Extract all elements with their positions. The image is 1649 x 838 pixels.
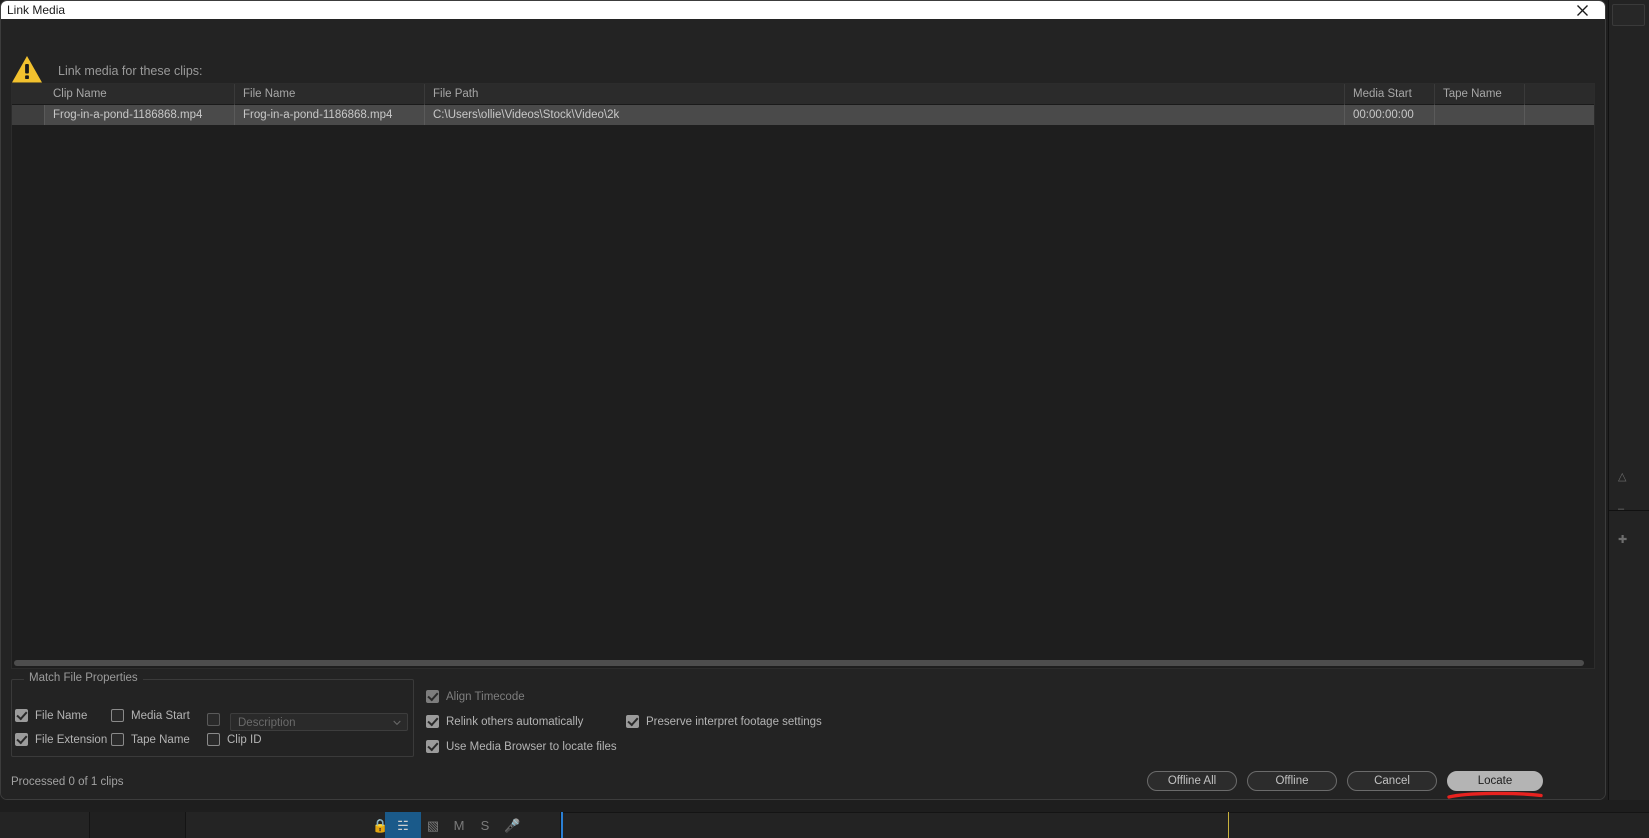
status-text: Processed 0 of 1 clips [11,776,124,788]
checkbox-media-start[interactable]: Media Start [111,709,190,722]
triangle-icon[interactable]: △ [1618,470,1626,483]
checkbox-label: Use Media Browser to locate files [446,740,617,753]
checkbox-label: Align Timecode [446,690,525,703]
warning-triangle-icon [11,55,43,84]
bg-panel-button[interactable] [1612,4,1645,26]
checkbox-box[interactable] [426,715,439,728]
checkbox-label: Clip ID [227,733,262,746]
checkbox-box[interactable] [111,709,124,722]
description-placeholder: Description [238,717,296,729]
plus-icon[interactable]: ✚ [1618,533,1627,546]
dialog-header: Link media for these clips: [1,19,1605,83]
lock-icon[interactable]: 🔒 [372,818,388,834]
table-row[interactable]: Frog-in-a-pond-1186868.mp4 Frog-in-a-pond… [12,105,1594,125]
checkbox-box[interactable] [207,733,220,746]
checkbox-box[interactable] [111,733,124,746]
horizontal-scrollbar-track[interactable] [12,658,1594,668]
group-legend: Match File Properties [24,672,143,684]
checkbox-clip-id[interactable]: Clip ID [207,733,262,746]
table-header-row: Clip Name File Name File Path Media Start Ta… [12,84,1594,105]
checkbox-label: Media Start [131,709,190,722]
locate-button[interactable]: Locate [1447,771,1543,791]
row-gutter [12,105,45,125]
solo-toggle[interactable]: S [478,818,492,833]
red-underline-annotation [1447,791,1543,799]
eye-icon[interactable]: ▧ [424,818,442,834]
checkbox-tape-name[interactable]: Tape Name [111,733,190,746]
cell-media_start: 00:00:00:00 [1345,105,1435,125]
cell-clip_name: Frog-in-a-pond-1186868.mp4 [45,105,235,125]
mic-icon[interactable]: 🎤 [504,818,520,834]
cancel-button[interactable]: Cancel [1347,771,1437,791]
checkbox-file-extension[interactable]: File Extension [15,733,107,746]
cell-file_path: C:\Users\ollie\Videos\Stock\Video\2k [425,105,1345,125]
dialog-message: Link media for these clips: [58,64,203,78]
dialog-title: Link Media [7,3,66,17]
checkbox-file-name[interactable]: File Name [15,709,87,722]
checkbox-box[interactable] [426,690,439,703]
cell-file_name: Frog-in-a-pond-1186868.mp4 [235,105,425,125]
horizontal-scrollbar-thumb[interactable] [14,660,1584,666]
dialog-body: Link media for these clips: Clip Name Fil… [1,19,1605,799]
offline-button[interactable]: Offline [1247,771,1337,791]
checkbox-label: Preserve interpret footage settings [646,715,822,728]
checkbox-description[interactable] [207,713,220,726]
checkbox-relink-others-automatically[interactable]: Relink others automatically [426,715,583,728]
checkbox-label: File Name [35,709,88,722]
checkbox-label: Tape Name [131,733,190,746]
close-icon[interactable] [1560,1,1605,19]
cell-tape_name [1435,105,1525,125]
offline-all-button[interactable]: Offline All [1147,771,1237,791]
checkbox-box[interactable] [426,740,439,753]
mute-toggle[interactable]: M [452,818,466,833]
bg-right-panel [1608,0,1649,800]
checkbox-align-timecode[interactable]: Align Timecode [426,690,525,703]
checkbox-preserve-interpret-footage-settings[interactable]: Preserve interpret footage settings [626,715,822,728]
checkbox-use-media-browser-to-locate-files[interactable]: Use Media Browser to locate files [426,740,617,753]
checkbox-box[interactable] [626,715,639,728]
dash-icon[interactable]: – [1618,503,1624,515]
column-header-file_name[interactable]: File Name [235,84,425,105]
column-header-tape_name[interactable]: Tape Name [1435,84,1525,105]
bg-track-header [90,812,186,838]
checkbox-label: Relink others automatically [446,715,584,728]
dialog-titlebar: Link Media [1,1,1605,19]
description-select[interactable]: Description [230,713,408,731]
checkbox-box[interactable] [15,733,28,746]
checkbox-box[interactable] [15,709,28,722]
column-header-media_start[interactable]: Media Start [1345,84,1435,105]
bg-divider [1608,510,1649,511]
column-header-clip_name[interactable]: Clip Name [45,84,235,105]
column-header-file_path[interactable]: File Path [425,84,1345,105]
checkbox-box[interactable] [207,713,220,726]
bg-track-header [0,812,90,838]
clip-table: Clip Name File Name File Path Media Start Ta… [11,83,1595,669]
link-media-dialog: Link Media Link media for these clips: C… [0,0,1606,800]
chevron-down-icon [393,720,401,726]
checkbox-label: File Extension [35,733,108,746]
bg-playhead[interactable] [561,812,563,838]
link-icon[interactable]: ☵ [392,818,414,834]
bg-marker-line [1228,812,1229,838]
